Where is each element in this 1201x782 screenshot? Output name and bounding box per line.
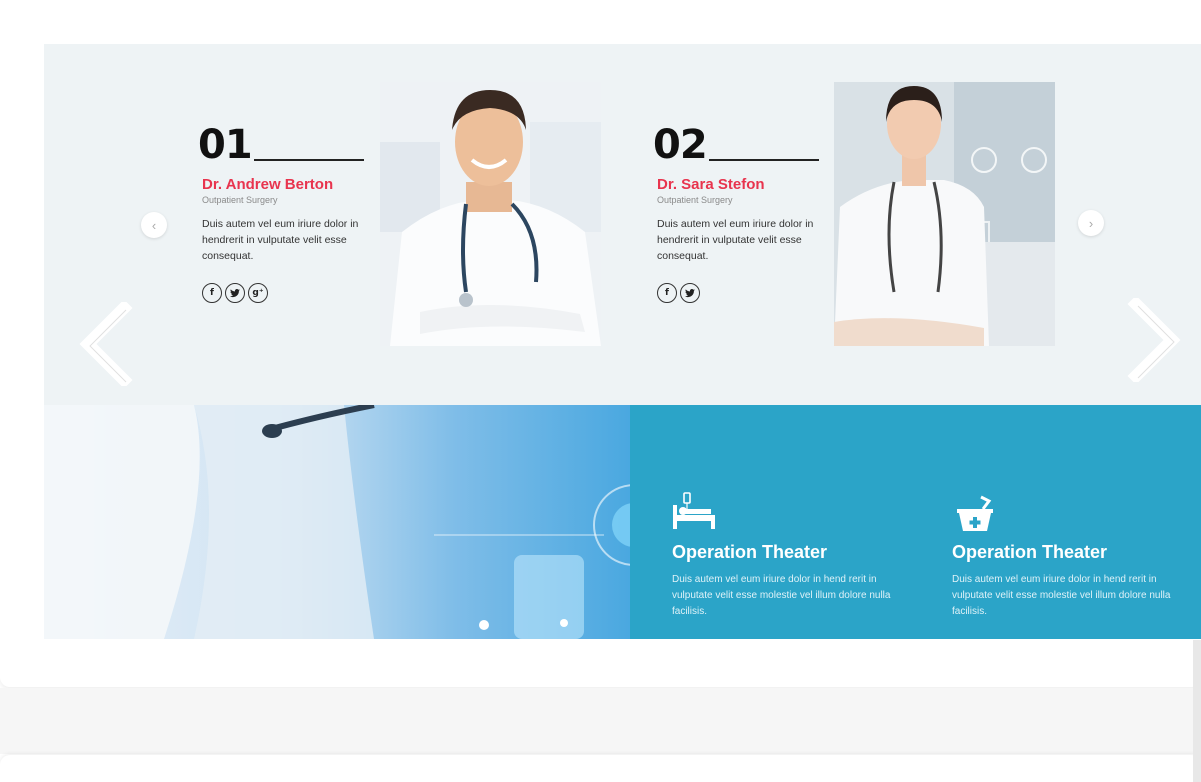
- member-description: Duis autem vel eum iriure dolor in hendr…: [657, 218, 814, 262]
- member-role: Outpatient Surgery: [202, 195, 278, 205]
- facebook-icon[interactable]: f: [202, 283, 222, 303]
- member-number: 01: [198, 122, 253, 168]
- services-background-image: [44, 405, 630, 639]
- number-underline: [709, 159, 819, 161]
- member-name[interactable]: Dr. Sara Stefon: [657, 176, 765, 193]
- doctor-photo: [380, 82, 601, 346]
- social-links: f g⁺: [202, 283, 268, 303]
- number-underline: [254, 159, 364, 161]
- hospital-bed-icon: [671, 491, 719, 536]
- service-description: Duis autem vel eum iriure dolor in hend …: [952, 574, 1171, 617]
- facebook-icon[interactable]: f: [657, 283, 677, 303]
- scrollbar-track[interactable]: [1193, 640, 1201, 782]
- member-name[interactable]: Dr. Andrew Berton: [202, 176, 333, 193]
- chevron-right-icon[interactable]: [1126, 295, 1184, 387]
- member-number: 02: [653, 122, 708, 168]
- member-description: Duis autem vel eum iriure dolor in hendr…: [202, 218, 359, 262]
- service-title[interactable]: Operation Theater: [952, 542, 1107, 563]
- social-links: f: [657, 283, 700, 303]
- service-title[interactable]: Operation Theater: [672, 542, 827, 563]
- service-description: Duis autem vel eum iriure dolor in hend …: [672, 574, 891, 617]
- slide-next-small-button[interactable]: ›: [1078, 210, 1104, 236]
- twitter-icon[interactable]: [680, 283, 700, 303]
- twitter-icon[interactable]: [225, 283, 245, 303]
- doctor-photo: [834, 82, 1055, 346]
- chevron-left-icon[interactable]: [76, 299, 134, 391]
- google-plus-icon[interactable]: g⁺: [248, 283, 268, 303]
- first-aid-kit-icon: [955, 495, 995, 538]
- member-role: Outpatient Surgery: [657, 195, 733, 205]
- section-divider: [0, 688, 1201, 754]
- next-content-card: [0, 755, 1201, 782]
- team-slider: 01 Dr. Andrew Berton Outpatient Surgery …: [44, 44, 1201, 406]
- slide-prev-small-button[interactable]: ‹: [141, 212, 167, 238]
- services-section: Operation Theater Duis autem vel eum iri…: [44, 405, 1201, 639]
